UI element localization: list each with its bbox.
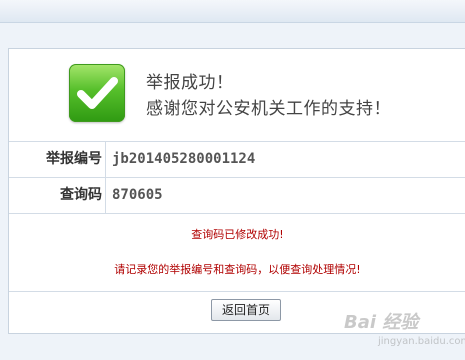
success-title: 举报成功！: [146, 73, 234, 93]
query-code-label: 查询码: [9, 178, 106, 213]
report-number-row: 举报编号 jb201405280001124: [9, 142, 465, 178]
watermark-url: jingyan.baidu.com: [378, 336, 465, 347]
query-code-value: 870605: [112, 187, 163, 203]
report-number-value: jb201405280001124: [112, 151, 256, 167]
success-subtitle: 感谢您对公安机关工作的支持！: [146, 99, 391, 119]
record-reminder-notice: 请记录您的举报编号和查询码，以便查询处理情况!: [114, 263, 361, 276]
code-modified-notice: 查询码已修改成功!: [191, 228, 284, 241]
notice-area: 查询码已修改成功! 请记录您的举报编号和查询码，以便查询处理情况!: [9, 214, 465, 292]
report-number-label: 举报编号: [9, 142, 106, 177]
result-panel: 举报成功！ 感谢您对公安机关工作的支持！ 举报编号 jb201405280001…: [8, 48, 465, 334]
top-banner: [0, 0, 465, 23]
watermark-logo: Bai 经验: [344, 312, 419, 333]
back-home-button[interactable]: 返回首页: [211, 299, 281, 321]
checkmark-icon: [69, 64, 125, 122]
baidu-jingyan-watermark: Bai 经验 jingyan.baidu.com: [340, 306, 465, 356]
success-message-row: 举报成功！ 感谢您对公安机关工作的支持！: [9, 49, 465, 142]
query-code-row: 查询码 870605: [9, 178, 465, 214]
